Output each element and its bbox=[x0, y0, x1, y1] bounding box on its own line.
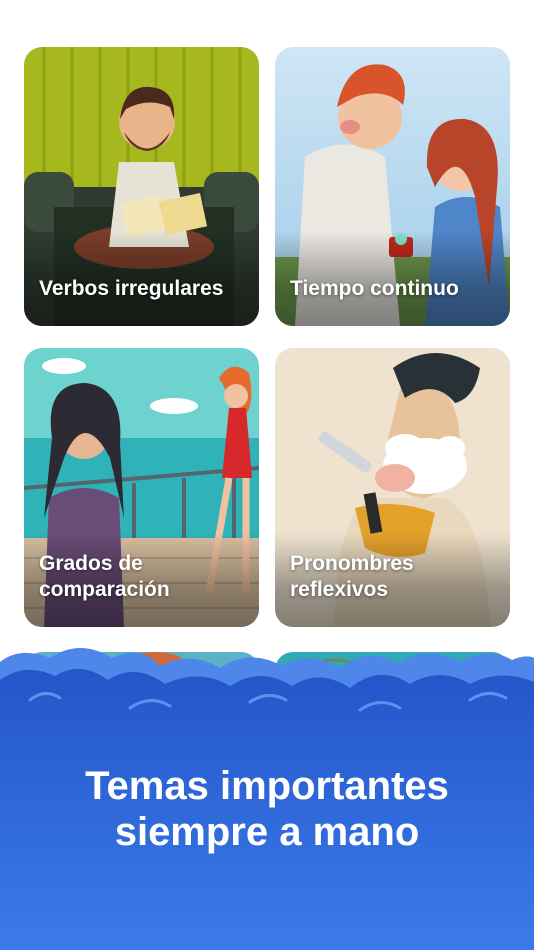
topic-card-pronombres-reflexivos[interactable]: Pronombres reflexivos bbox=[275, 348, 510, 627]
card-title: Tiempo continuo bbox=[290, 277, 459, 300]
card-title: Grados de comparación bbox=[39, 551, 249, 603]
topic-card-verbos-irregulares[interactable]: Verbos irregulares bbox=[24, 47, 259, 326]
banner-line-1: Temas importantes bbox=[85, 764, 449, 808]
card-title-line-1: Grados de bbox=[39, 552, 143, 575]
card-title: Pronombres reflexivos bbox=[290, 551, 500, 603]
topic-card-tiempo-continuo[interactable]: Tiempo continuo bbox=[275, 47, 510, 326]
card-title-line-1: Pronombres bbox=[290, 552, 414, 575]
banner-headline: Temas importantes siempre a mano bbox=[0, 763, 534, 855]
card-title: Verbos irregulares bbox=[39, 277, 224, 300]
topic-card-grados-de-comparacion[interactable]: Grados de comparación bbox=[24, 348, 259, 627]
card-title-line-2: comparación bbox=[39, 578, 170, 601]
banner-line-2: siempre a mano bbox=[114, 810, 420, 854]
card-title-line-2: reflexivos bbox=[290, 578, 389, 601]
screen: Verbos irregulares Tiempo continuo Grado… bbox=[0, 0, 534, 950]
